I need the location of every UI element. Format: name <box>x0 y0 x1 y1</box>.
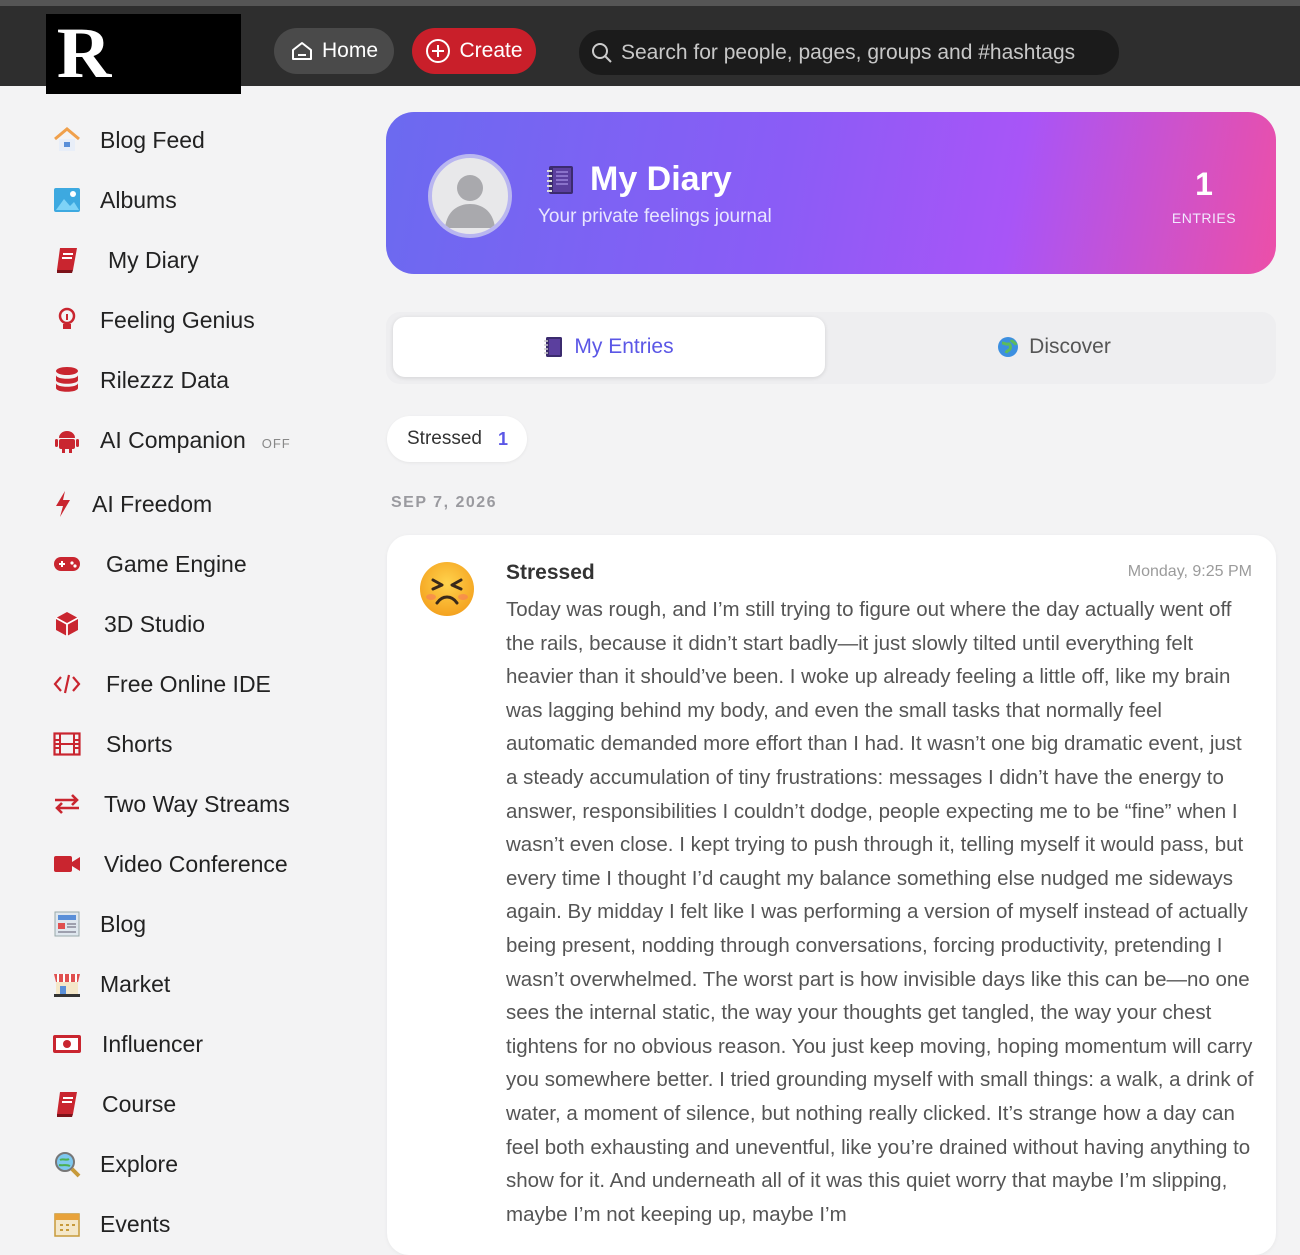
gamepad-icon <box>50 547 84 581</box>
sidebar-item-label: Blog <box>100 910 147 937</box>
tab-label: Discover <box>1029 335 1111 358</box>
top-bar: R Home Create <box>0 0 1300 94</box>
logo-letter: R <box>56 13 112 93</box>
sidebar-item-label: 3D Studio <box>104 610 206 637</box>
sidebar-item-label: Course <box>102 1090 177 1117</box>
search-bar[interactable] <box>579 30 1119 75</box>
sidebar-item-label: Feeling Genius <box>100 306 255 333</box>
sidebar-item-label: AI Freedom <box>92 490 213 517</box>
notebook-icon <box>544 337 563 357</box>
chip-count: 1 <box>497 428 508 449</box>
create-button[interactable]: Create <box>412 28 536 74</box>
sidebar-item-blog[interactable]: Blog <box>50 904 146 944</box>
lightbulb-icon <box>50 303 84 337</box>
search-input[interactable] <box>621 40 1101 65</box>
exchange-icon <box>50 787 84 821</box>
database-icon <box>50 363 84 397</box>
entry-timestamp: Monday, 9:25 PM <box>1127 563 1252 580</box>
sidebar-item-albums[interactable]: Albums <box>50 180 177 220</box>
android-icon <box>50 423 84 457</box>
magnifier-globe-icon <box>50 1147 84 1181</box>
calendar-icon <box>50 1207 84 1241</box>
sidebar-item-video-conference[interactable]: Video Conference <box>50 844 288 884</box>
stressed-face-icon <box>420 562 474 616</box>
sidebar-item-label: My Diary <box>108 246 199 273</box>
home-icon <box>291 42 312 60</box>
entries-count: 1 <box>1195 166 1213 202</box>
sidebar-item-label: Two Way Streams <box>104 790 290 817</box>
entry-text: Today was rough, and I’m still trying to… <box>506 598 1254 1226</box>
home-button[interactable]: Home <box>274 28 394 74</box>
sidebar-item-rilezzz-data[interactable]: Rilezzz Data <box>50 360 229 400</box>
money-bill-icon <box>50 1027 84 1061</box>
plus-circle-icon <box>426 39 451 63</box>
sidebar-item-label: Influencer <box>102 1030 204 1057</box>
sidebar-item-influencer[interactable]: Influencer <box>50 1024 203 1064</box>
film-icon <box>50 727 84 761</box>
store-icon <box>50 967 84 1001</box>
sidebar: Blog Feed Albums My Diary Feeling Genius… <box>0 86 360 1237</box>
create-label: Create <box>459 39 523 62</box>
page-title: My Diary <box>546 160 732 199</box>
sidebar-item-label: Free Online IDE <box>106 670 271 697</box>
page-title-text: My Diary <box>590 160 732 198</box>
sidebar-item-label: AI Companion <box>100 426 246 453</box>
diary-header-card: My Diary Your private feelings journal 1… <box>386 112 1276 274</box>
chip-label: Stressed <box>407 428 482 449</box>
tab-label: My Entries <box>574 335 674 358</box>
sidebar-item-label: Events <box>100 1210 171 1237</box>
sidebar-item-label: Explore <box>100 1150 178 1177</box>
globe-icon <box>998 337 1019 357</box>
page-subtitle: Your private feelings journal <box>538 206 772 227</box>
sidebar-item-shorts[interactable]: Shorts <box>50 724 172 764</box>
sidebar-item-label: Game Engine <box>106 550 247 577</box>
sidebar-item-two-way-streams[interactable]: Two Way Streams <box>50 784 290 824</box>
image-icon <box>50 183 84 217</box>
sidebar-item-label: Albums <box>100 186 177 213</box>
tab-bar: My Entries Discover <box>386 312 1276 384</box>
search-icon <box>592 42 612 63</box>
avatar[interactable] <box>428 154 512 238</box>
home-label: Home <box>321 39 379 62</box>
sidebar-item-label: Shorts <box>106 730 173 757</box>
entry-mood: Stressed <box>506 561 595 584</box>
bolt-icon <box>50 487 76 521</box>
sidebar-item-ai-companion[interactable]: AI Companion OFF <box>50 420 291 460</box>
sidebar-item-events[interactable]: Events <box>50 1204 170 1244</box>
mood-filter-chip[interactable]: Stressed 1 <box>387 416 527 462</box>
sidebar-item-my-diary[interactable]: My Diary <box>50 240 199 280</box>
book-icon <box>50 243 84 277</box>
sidebar-item-3d-studio[interactable]: 3D Studio <box>50 604 205 644</box>
sidebar-item-blog-feed[interactable]: Blog Feed <box>50 120 205 160</box>
sidebar-item-label: Market <box>100 970 171 997</box>
code-icon <box>50 667 84 701</box>
book-icon <box>50 1087 84 1121</box>
entry-date-heading: SEP 7, 2026 <box>391 494 498 511</box>
sidebar-item-game-engine[interactable]: Game Engine <box>50 544 247 584</box>
diary-entry-card[interactable]: Stressed Monday, 9:25 PM Today was rough… <box>387 535 1276 1255</box>
sidebar-item-ai-freedom[interactable]: AI Freedom <box>50 484 212 524</box>
entries-count-label: ENTRIES <box>1171 210 1237 226</box>
cube-icon <box>50 607 84 641</box>
status-badge: OFF <box>261 435 291 451</box>
site-logo[interactable]: R <box>46 14 241 94</box>
sidebar-item-course[interactable]: Course <box>50 1084 176 1124</box>
video-camera-icon <box>50 847 84 881</box>
sidebar-item-label: Blog Feed <box>100 126 205 153</box>
newspaper-icon <box>50 907 84 941</box>
tab-my-entries[interactable]: My Entries <box>393 317 825 377</box>
sidebar-item-free-online-ide[interactable]: Free Online IDE <box>50 664 271 704</box>
tab-discover[interactable]: Discover <box>838 317 1270 377</box>
house-icon <box>50 123 84 157</box>
notebook-icon <box>547 165 573 194</box>
sidebar-item-label: Rilezzz Data <box>100 366 230 393</box>
sidebar-item-market[interactable]: Market <box>50 964 170 1004</box>
sidebar-item-feeling-genius[interactable]: Feeling Genius <box>50 300 255 340</box>
sidebar-item-explore[interactable]: Explore <box>50 1144 178 1184</box>
sidebar-item-label: Video Conference <box>104 850 288 877</box>
